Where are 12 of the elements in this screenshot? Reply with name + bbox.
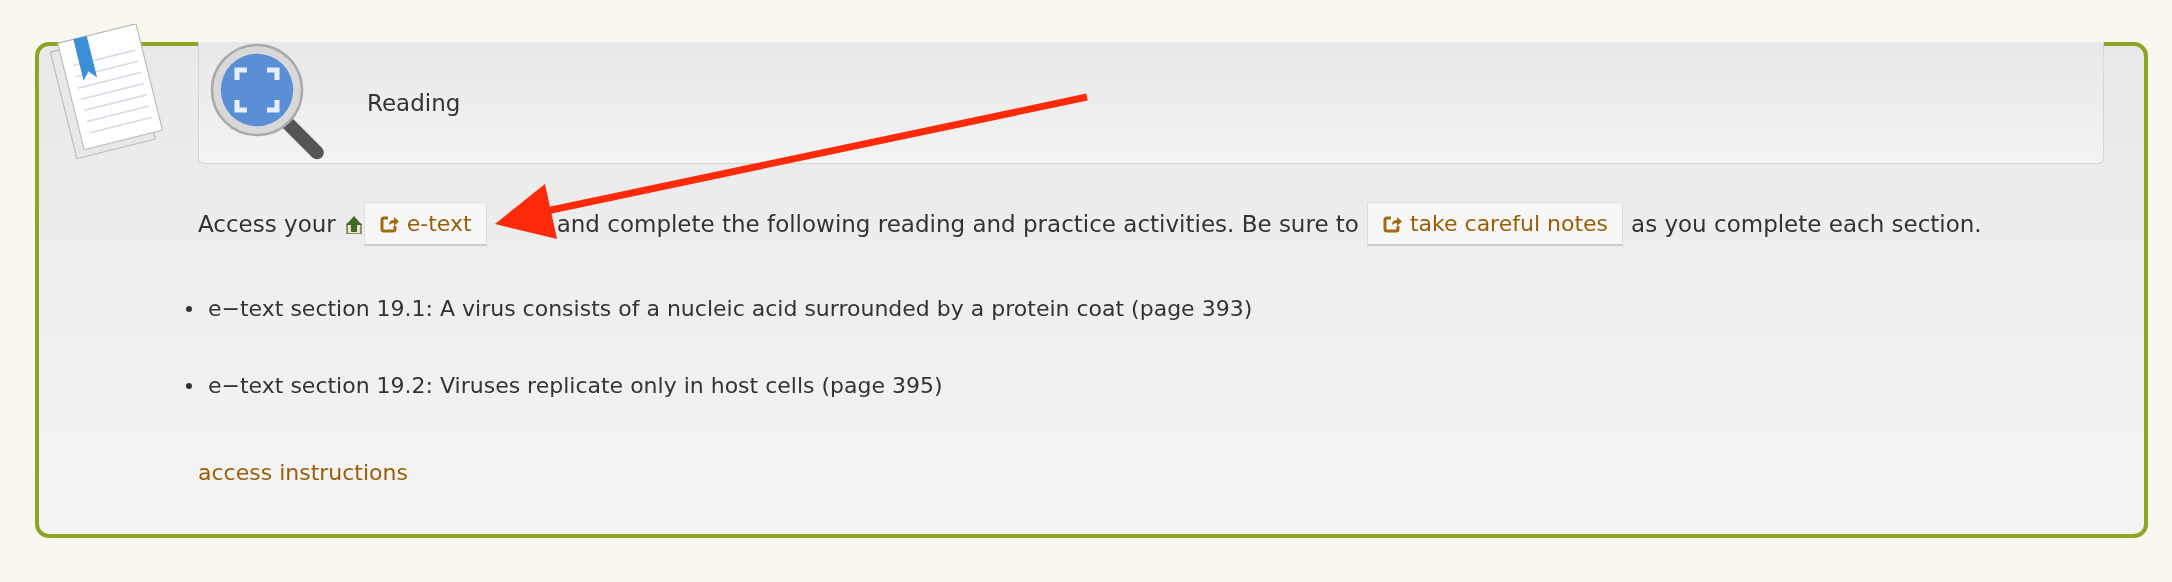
intro-text: and complete the following reading and practice activities. Be sure to — [556, 211, 1359, 237]
take-notes-button[interactable]: take careful notes — [1366, 202, 1624, 246]
bullet-icon — [186, 382, 192, 389]
intro-text: as you complete each section. — [1631, 211, 1982, 237]
section-title: Reading — [367, 89, 461, 116]
list-item-text: e−text section 19.2: Viruses replicate only in host cells (page 395) — [208, 373, 943, 398]
intro-text: Access your — [198, 211, 336, 237]
access-instructions-link[interactable]: access instructions — [198, 460, 408, 485]
e-text-button[interactable]: e-text — [363, 202, 487, 246]
bullet-icon — [186, 305, 192, 312]
house-icon — [343, 214, 364, 234]
list-item-text: e−text section 19.1: A virus consists of a nucleic acid surrounded by a protein coat (page 393) — [208, 296, 1253, 321]
